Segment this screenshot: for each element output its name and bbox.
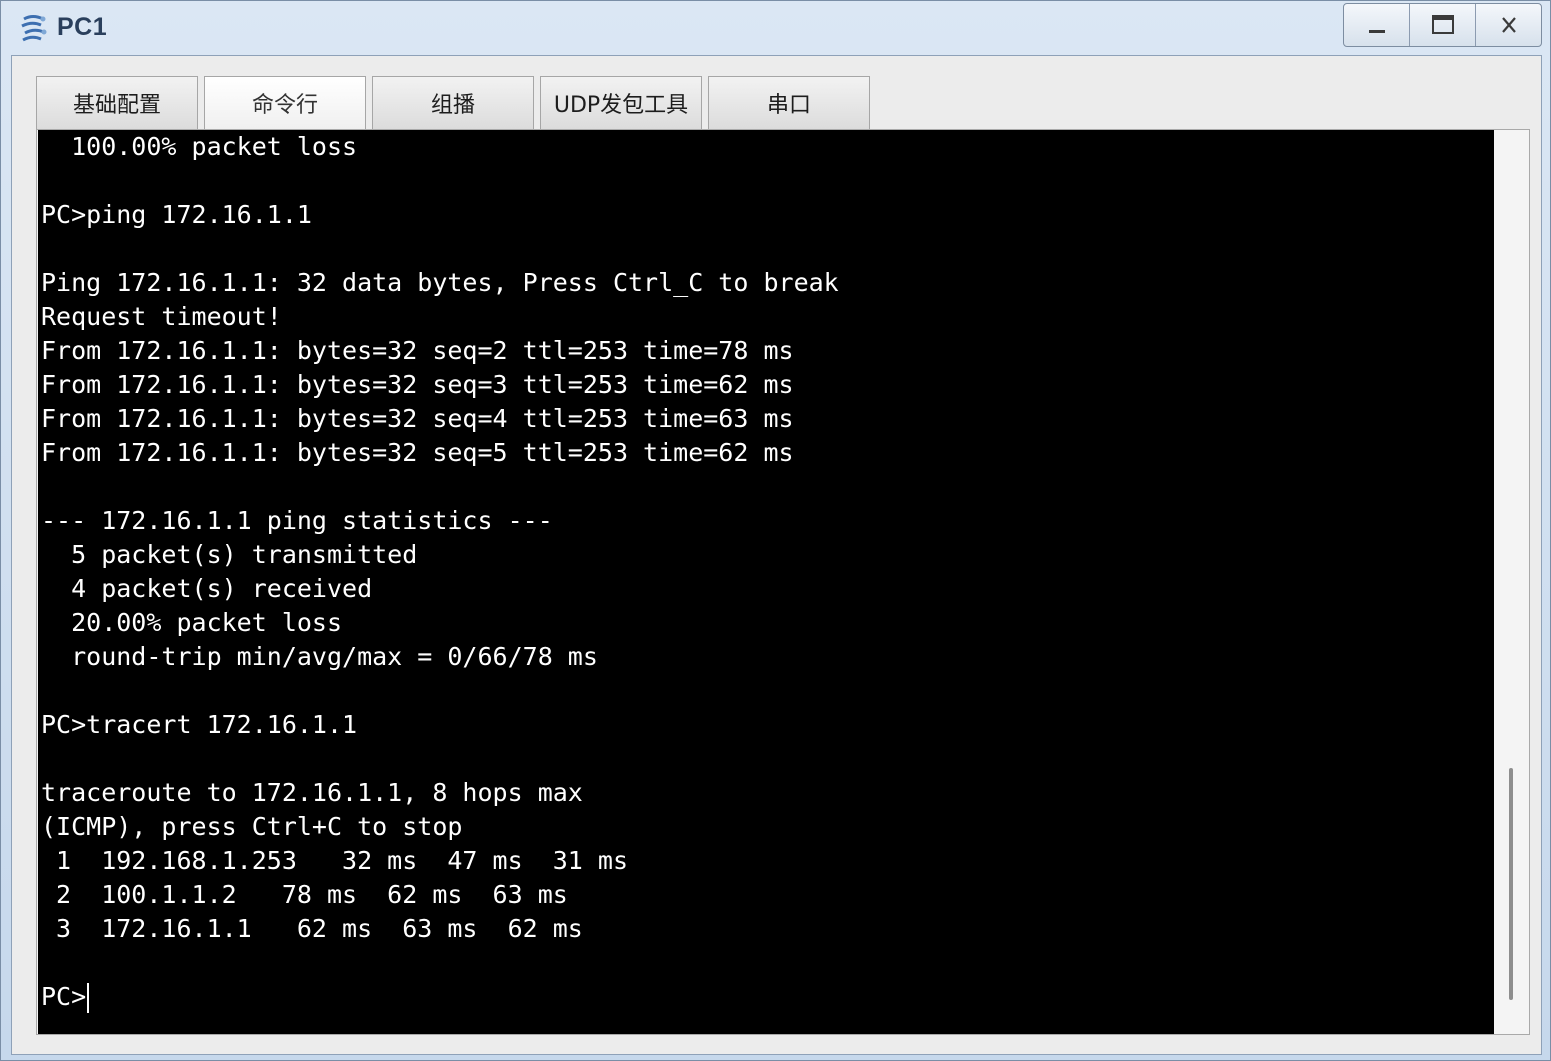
- network-pc-icon: [19, 13, 49, 45]
- minimize-icon: [1368, 30, 1385, 33]
- terminal-output[interactable]: 100.00% packet loss PC>ping 172.16.1.1 P…: [38, 130, 1494, 1034]
- title-bar[interactable]: PC1: [1, 1, 1550, 55]
- minimize-button[interactable]: [1344, 4, 1410, 46]
- close-icon: [1501, 17, 1516, 33]
- tab-command-line[interactable]: 命令行: [204, 76, 366, 129]
- app-window: PC1 基础配置 命令行 组播 UDP发包工具 串口 100.00% packe…: [0, 0, 1551, 1061]
- maximize-button[interactable]: [1410, 4, 1476, 46]
- vertical-scrollbar[interactable]: [1497, 130, 1529, 1034]
- close-button[interactable]: [1476, 4, 1541, 46]
- terminal-prompt-line[interactable]: PC>: [41, 980, 90, 1014]
- window-title: PC1: [57, 13, 108, 41]
- client-background: 基础配置 命令行 组播 UDP发包工具 串口 100.00% packet lo…: [12, 56, 1541, 1054]
- tab-bar: 基础配置 命令行 组播 UDP发包工具 串口: [36, 76, 876, 129]
- scrollbar-thumb[interactable]: [1509, 768, 1513, 1000]
- command-line-panel: 100.00% packet loss PC>ping 172.16.1.1 P…: [36, 129, 1530, 1035]
- tab-basic-config[interactable]: 基础配置: [36, 76, 198, 129]
- terminal-prompt: PC>: [41, 982, 87, 1011]
- tab-udp-tool[interactable]: UDP发包工具: [540, 76, 702, 129]
- tab-serial-port[interactable]: 串口: [708, 76, 870, 129]
- maximize-icon: [1431, 15, 1454, 34]
- text-cursor: [87, 983, 90, 1013]
- window-controls: [1343, 3, 1542, 47]
- client-area: 基础配置 命令行 组播 UDP发包工具 串口 100.00% packet lo…: [11, 55, 1542, 1055]
- terminal-text: 100.00% packet loss PC>ping 172.16.1.1 P…: [41, 132, 839, 943]
- tab-multicast[interactable]: 组播: [372, 76, 534, 129]
